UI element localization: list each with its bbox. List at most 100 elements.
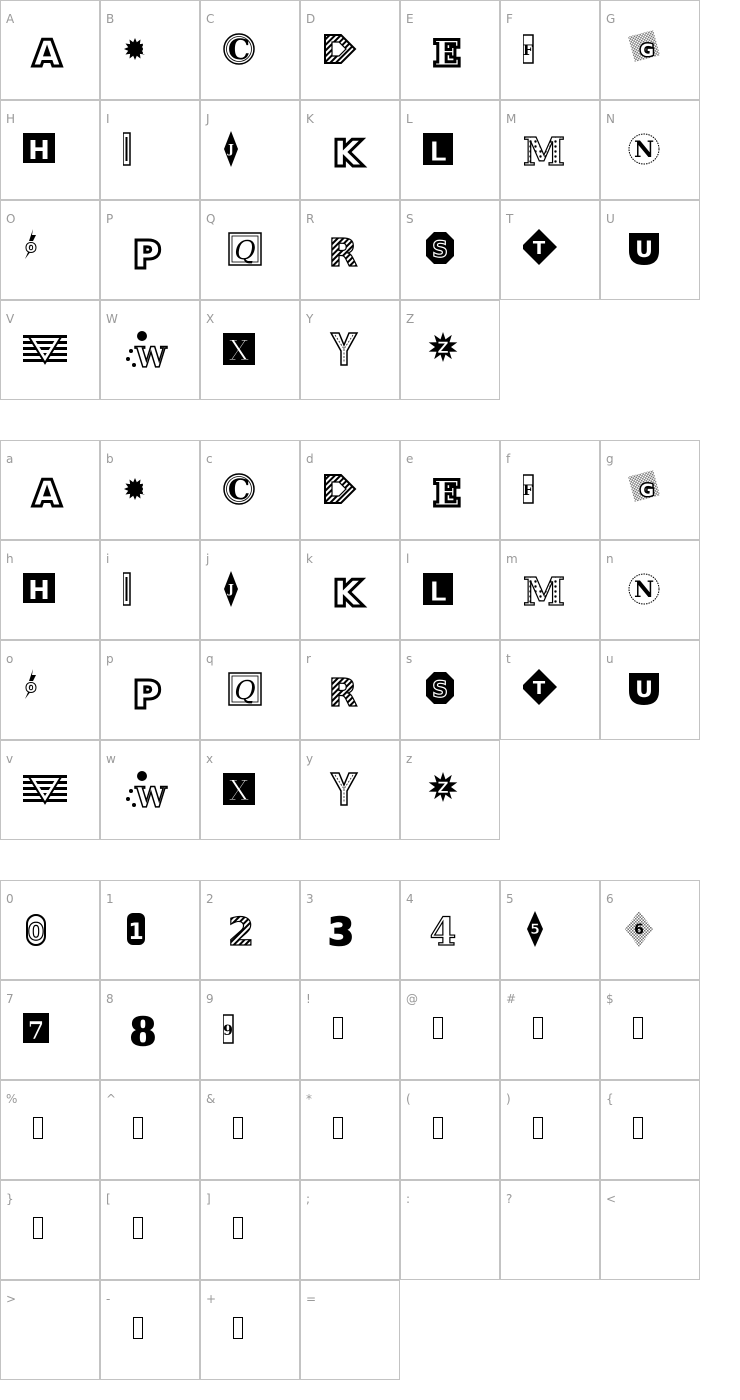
glyph-cell[interactable]: f F	[500, 440, 600, 540]
glyph-cell[interactable]: N N	[600, 100, 700, 200]
glyph-preview: 0	[23, 909, 71, 957]
glyph-cell[interactable]: A A A	[0, 0, 100, 100]
glyph-cell[interactable]: b B	[100, 440, 200, 540]
glyph-cell[interactable]: M M	[500, 100, 600, 200]
glyph-preview: N	[623, 129, 671, 177]
glyph-cell[interactable]: z Z	[400, 740, 500, 840]
glyph-cell[interactable]: m M	[500, 540, 600, 640]
glyph-cell[interactable]: L L	[400, 100, 500, 200]
glyph-cell[interactable]: T T	[500, 200, 600, 300]
glyph-cell[interactable]: =	[300, 1280, 400, 1380]
glyph-cell[interactable]: E E E	[400, 0, 500, 100]
glyph-cell[interactable]: 0 0	[0, 880, 100, 980]
glyph-cell[interactable]: x X	[200, 740, 300, 840]
glyph-cell[interactable]: w W	[100, 740, 200, 840]
glyph-cell[interactable]: W W	[100, 300, 200, 400]
glyph-cell[interactable]: )	[500, 1080, 600, 1180]
glyph-cell[interactable]: B B	[100, 0, 200, 100]
glyph-cell[interactable]: D	[300, 0, 400, 100]
glyph-preview: Q	[223, 669, 271, 717]
svg-text:Q: Q	[234, 676, 255, 706]
glyph-cell[interactable]: F F	[500, 0, 600, 100]
glyph-cell[interactable]: K K K	[300, 100, 400, 200]
glyph-cell[interactable]: !	[300, 980, 400, 1080]
glyph-cell[interactable]: V	[0, 300, 100, 400]
glyph-cell[interactable]: Z Z	[400, 300, 500, 400]
glyph-cell[interactable]: J J	[200, 100, 300, 200]
glyph-cell[interactable]: S S	[400, 200, 500, 300]
glyph-label: z	[406, 752, 413, 766]
svg-text:G: G	[640, 481, 654, 501]
glyph-cell[interactable]: P P P	[100, 200, 200, 300]
glyph-cell[interactable]: 5 5	[500, 880, 600, 980]
glyph-cell[interactable]: i	[100, 540, 200, 640]
glyph-cell[interactable]: R R	[300, 200, 400, 300]
glyph-cell[interactable]: >	[0, 1280, 100, 1380]
glyph-cell[interactable]: 1 1	[100, 880, 200, 980]
glyph-cell[interactable]: q Q	[200, 640, 300, 740]
glyph-cell[interactable]: e E E	[400, 440, 500, 540]
glyph-label: @	[406, 992, 418, 1006]
svg-text:R: R	[328, 231, 357, 275]
glyph-cell[interactable]: H H	[0, 100, 100, 200]
glyph-cell[interactable]: #	[500, 980, 600, 1080]
glyph-cell[interactable]: u U	[600, 640, 700, 740]
glyph-cell[interactable]: +	[200, 1280, 300, 1380]
glyph-cell[interactable]: ^	[100, 1080, 200, 1180]
missing-glyph-box	[133, 1117, 143, 1139]
glyph-cell[interactable]: [	[100, 1180, 200, 1280]
glyph-label: d	[306, 452, 314, 466]
glyph-cell[interactable]: o O	[0, 640, 100, 740]
glyph-cell[interactable]: I	[100, 100, 200, 200]
glyph-cell[interactable]: r R	[300, 640, 400, 740]
glyph-cell[interactable]: h H	[0, 540, 100, 640]
glyph-cell[interactable]: 4 4	[400, 880, 500, 980]
glyph-cell[interactable]: j J	[200, 540, 300, 640]
glyph-cell[interactable]: @	[400, 980, 500, 1080]
glyph-cell[interactable]: ;	[300, 1180, 400, 1280]
glyph-cell[interactable]: 9 9	[200, 980, 300, 1080]
glyph-cell[interactable]: {	[600, 1080, 700, 1180]
glyph-cell[interactable]: ?	[500, 1180, 600, 1280]
svg-text:L: L	[429, 575, 447, 608]
glyph-cell[interactable]: O O	[0, 200, 100, 300]
glyph-cell[interactable]: U U	[600, 200, 700, 300]
glyph-cell[interactable]: 2 2	[200, 880, 300, 980]
glyph-cell[interactable]: X X	[200, 300, 300, 400]
glyph-cell[interactable]: c C	[200, 440, 300, 540]
glyph-cell[interactable]: 7 7	[0, 980, 100, 1080]
glyph-label: ?	[506, 1192, 513, 1206]
glyph-label: e	[406, 452, 414, 466]
glyph-cell[interactable]: $	[600, 980, 700, 1080]
glyph-cell[interactable]: *	[300, 1080, 400, 1180]
glyph-cell[interactable]: s S	[400, 640, 500, 740]
glyph-cell[interactable]: <	[600, 1180, 700, 1280]
svg-text:H: H	[28, 136, 50, 166]
glyph-cell[interactable]: t T	[500, 640, 600, 740]
glyph-cell[interactable]: (	[400, 1080, 500, 1180]
glyph-cell[interactable]: C C	[200, 0, 300, 100]
glyph-cell[interactable]: v	[0, 740, 100, 840]
glyph-cell[interactable]: %	[0, 1080, 100, 1180]
glyph-cell[interactable]: k K K	[300, 540, 400, 640]
glyph-cell[interactable]: -	[100, 1280, 200, 1380]
glyph-cell[interactable]: G G	[600, 0, 700, 100]
glyph-preview	[23, 329, 71, 377]
glyph-cell[interactable]: 6 6	[600, 880, 700, 980]
glyph-label: L	[406, 112, 413, 126]
glyph-cell[interactable]: a A A	[0, 440, 100, 540]
glyph-cell[interactable]: d	[300, 440, 400, 540]
glyph-cell[interactable]: n N	[600, 540, 700, 640]
glyph-cell[interactable]: l L	[400, 540, 500, 640]
glyph-cell[interactable]: p P P	[100, 640, 200, 740]
glyph-cell[interactable]: ]	[200, 1180, 300, 1280]
glyph-cell[interactable]: g G	[600, 440, 700, 540]
glyph-cell[interactable]: Y	[300, 300, 400, 400]
glyph-cell[interactable]: :	[400, 1180, 500, 1280]
glyph-cell[interactable]: Q Q	[200, 200, 300, 300]
glyph-cell[interactable]: y	[300, 740, 400, 840]
glyph-cell[interactable]: }	[0, 1180, 100, 1280]
glyph-cell[interactable]: &	[200, 1080, 300, 1180]
glyph-cell[interactable]: 3 3	[300, 880, 400, 980]
glyph-cell[interactable]: 8 8	[100, 980, 200, 1080]
